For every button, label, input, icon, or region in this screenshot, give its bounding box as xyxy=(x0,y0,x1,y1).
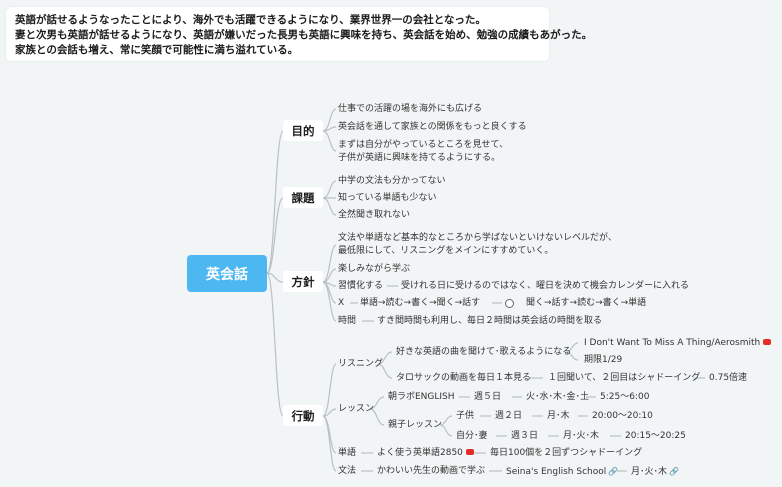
root-node[interactable]: 英会話 xyxy=(187,255,267,292)
node-bunpou2[interactable]: かわいい先生の動画で学ぶ xyxy=(377,466,485,477)
youtube-icon[interactable] xyxy=(763,338,772,345)
node-asa2[interactable]: 週５日 xyxy=(474,392,501,403)
bunpou4-text: 月･火･木 xyxy=(631,467,668,477)
node-houshin-a1[interactable]: 文法や単語など基本的なところから学ばないといけないレベルだが、 xyxy=(338,233,617,244)
branch-houshin[interactable]: 方針 xyxy=(283,271,323,292)
node-lesson[interactable]: レッスン xyxy=(338,404,374,415)
node-houshin-d[interactable]: X xyxy=(338,298,344,309)
link-icon[interactable]: 🔗 xyxy=(608,466,618,477)
node-oya[interactable]: 親子レッスン xyxy=(388,420,442,431)
node-houshin-c2[interactable]: 受けれる日に受けるのではなく、曜日を決めて機会カレンダーに入れる xyxy=(401,281,689,292)
node-kadai-a[interactable]: 中学の文法も分かってない xyxy=(338,176,446,187)
node-tango3[interactable]: 毎日100個を２回ずつシャドーイング xyxy=(490,448,642,459)
tango2-text: よく使う英単語2850 xyxy=(377,448,463,458)
node-jibun3[interactable]: 月･火･木 xyxy=(563,431,599,442)
node-mokuteki-a[interactable]: 仕事での活躍の場を海外にも広げる xyxy=(338,104,482,115)
node-deadline[interactable]: 期限1/29 xyxy=(584,355,622,366)
song-title-text: I Don't Want To Miss A Thing/Aerosmith xyxy=(584,338,761,348)
node-asa[interactable]: 朝ラボENGLISH xyxy=(388,392,455,403)
branch-mokuteki[interactable]: 目的 xyxy=(283,120,323,141)
node-houshin-a2[interactable]: 最低限にして、リスニングをメインにすすめていく。 xyxy=(338,246,553,257)
node-houshin-d3[interactable]: 聞く→話す→読む→書く→単語 xyxy=(526,298,646,309)
node-bunpou3[interactable]: Seina's English School 🔗 xyxy=(506,466,618,478)
node-kodomo3[interactable]: 月･木 xyxy=(547,411,570,422)
node-song-title[interactable]: I Don't Want To Miss A Thing/Aerosmith xyxy=(584,338,772,349)
node-jibun2[interactable]: 週３日 xyxy=(511,431,538,442)
node-houshin-e2[interactable]: すき間時間も利用し、毎日２時間は英会話の時間を取る xyxy=(377,316,602,327)
node-asa4[interactable]: 5:25〜6:00 xyxy=(600,392,649,403)
link-icon[interactable]: 🔗 xyxy=(669,466,679,477)
node-kadai-c[interactable]: 全然聞き取れない xyxy=(338,210,410,221)
node-kadai-b[interactable]: 知っている単語も少ない xyxy=(338,193,437,204)
circle-icon xyxy=(505,299,514,308)
node-kodomo2[interactable]: 週２日 xyxy=(495,411,522,422)
node-mokuteki-b[interactable]: 英会話を通して家族との関係をもっと良くする xyxy=(338,122,527,133)
node-houshin-c[interactable]: 習慣化する xyxy=(338,281,383,292)
node-taro[interactable]: タロサックの動画を毎日１本見る xyxy=(396,373,531,384)
node-houshin-e[interactable]: 時間 xyxy=(338,316,356,327)
node-kodomo4[interactable]: 20:00〜20:10 xyxy=(592,411,653,422)
node-mokuteki-c2[interactable]: 子供が英語に興味を持てるようにする。 xyxy=(338,153,500,164)
node-listening[interactable]: リスニング xyxy=(338,359,383,370)
node-song[interactable]: 好きな英語の曲を聞けて･歌えるようになる xyxy=(396,347,571,358)
node-houshin-d2[interactable]: 単語→読む→書く→聞く→話す xyxy=(360,298,480,309)
node-bunpou4[interactable]: 月･火･木 🔗 xyxy=(631,466,679,478)
youtube-icon[interactable] xyxy=(465,448,474,455)
node-taro3[interactable]: 0.75倍速 xyxy=(709,373,747,384)
node-asa3[interactable]: 火･水･木･金･土 xyxy=(526,392,589,403)
node-tango[interactable]: 単語 xyxy=(338,448,356,459)
branch-kadai[interactable]: 課題 xyxy=(283,187,323,208)
node-jibun[interactable]: 自分･妻 xyxy=(456,431,488,442)
node-houshin-b[interactable]: 楽しみながら学ぶ xyxy=(338,264,410,275)
node-tango2[interactable]: よく使う英単語2850 xyxy=(377,448,474,459)
node-bunpou[interactable]: 文法 xyxy=(338,466,356,477)
node-mokuteki-c1[interactable]: まずは自分がやっているところを見せて、 xyxy=(338,140,508,151)
branch-koudou[interactable]: 行動 xyxy=(283,405,323,426)
bunpou3-text: Seina's English School xyxy=(506,467,607,477)
node-jibun4[interactable]: 20:15〜20:25 xyxy=(625,431,686,442)
node-kodomo[interactable]: 子供 xyxy=(456,411,474,422)
node-taro2[interactable]: １回聞いて、２回目はシャドーイング xyxy=(548,373,700,384)
